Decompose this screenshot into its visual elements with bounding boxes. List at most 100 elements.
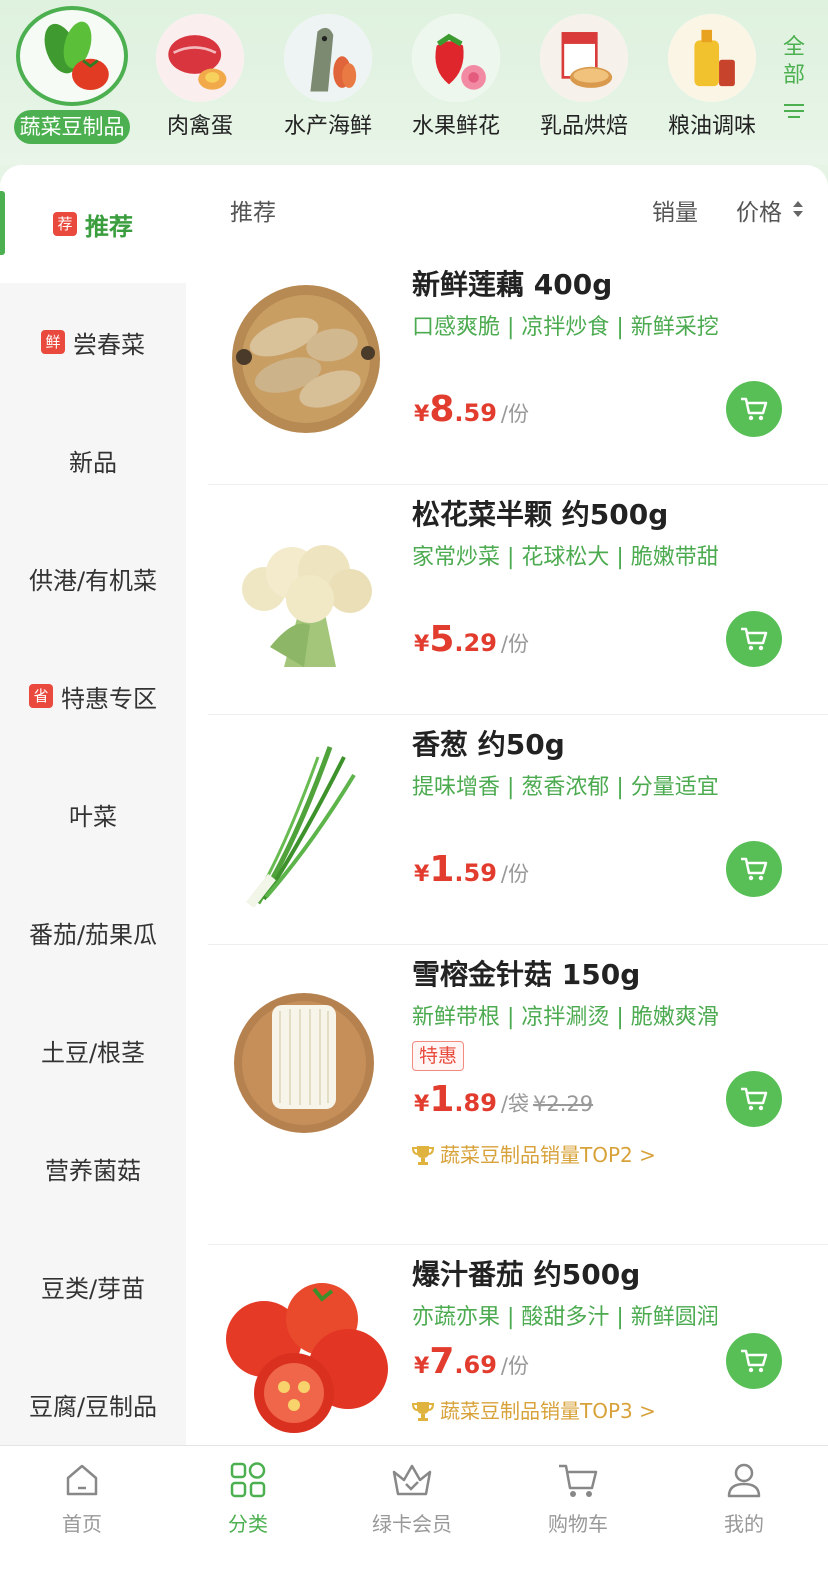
vegetables-icon [16,6,128,106]
save-tag: 省 [29,684,53,708]
price-unit: /份 [500,402,529,426]
product-price: ¥7.69/份 [414,1341,529,1382]
price-decimal: .59 [454,859,497,887]
sidebar-item-recommend[interactable]: 荐 推荐 [0,165,186,283]
sidebar-item-leafy[interactable]: 叶菜 [0,755,186,873]
price-integer: 5 [429,619,455,660]
price-integer: 8 [429,389,455,430]
tab-label: 购物车 [548,1512,608,1536]
sidebar-item-label: 供港/有机菜 [28,566,158,595]
product-desc: 提味增香 | 葱香浓郁 | 分量适宜 [412,775,719,800]
category-label: 肉禽蛋 [166,114,233,139]
product-desc: 家常炒菜 | 花球松大 | 脆嫩带甜 [412,545,719,570]
lotus-root-icon [214,267,394,447]
product-card[interactable]: 松花菜半颗 约500g 家常炒菜 | 花球松大 | 脆嫩带甜 ¥5.29/份 [208,485,828,715]
sidebar-item-spring-veg[interactable]: 鲜 尝春菜 [0,283,186,401]
cart-icon [741,627,768,651]
price-decimal: .59 [454,399,497,427]
all-categories-button[interactable]: 全 部 [776,34,812,118]
trophy-icon [411,1146,435,1165]
sidebar-item-mushroom[interactable]: 营养菌菇 [0,1109,186,1227]
category-fruit[interactable]: 水果鲜花 [392,0,520,165]
price-integer: 1 [429,849,455,890]
sort-bar: 推荐 销量 价格 [186,165,828,255]
category-seafood[interactable]: 水产海鲜 [264,0,392,165]
sidebar-item-new[interactable]: 新品 [0,401,186,519]
tomato-icon [214,1269,394,1445]
category-grain-oil[interactable]: 粮油调味 [648,0,776,165]
product-card[interactable]: 新鲜莲藕 400g 口感爽脆 | 凉拌炒食 | 新鲜采挖 ¥8.59/份 [208,255,828,485]
sales-rank-text: 蔬菜豆制品销量TOP2 > [440,1143,656,1167]
fish-icon [284,14,372,102]
sidebar-item-label: 豆腐/豆制品 [28,1392,158,1421]
price-integer: 7 [429,1341,455,1382]
tab-membership[interactable]: 绿卡会员 [342,1460,482,1537]
sidebar-item-label: 叶菜 [69,802,117,831]
product-desc: 亦蔬亦果 | 酸甜多汁 | 新鲜圆润 [412,1305,719,1330]
sidebar-item-organic[interactable]: 供港/有机菜 [0,519,186,637]
tab-label: 我的 [724,1512,764,1536]
currency-symbol: ¥ [414,862,430,887]
tab-home[interactable]: 首页 [12,1460,152,1537]
cauliflower-icon [214,497,394,677]
sidebar-item-label: 营养菌菇 [45,1156,141,1185]
price-decimal: .89 [454,1089,497,1117]
price-unit: /袋 [500,1092,529,1116]
oil-icon [668,14,756,102]
category-label: 乳品烘焙 [539,114,628,139]
cart-icon [741,857,768,881]
sort-arrows-icon[interactable] [792,199,804,219]
recommend-tag: 荐 [53,212,77,236]
tab-label: 分类 [228,1512,268,1536]
sort-sales[interactable]: 销量 [652,193,698,227]
sort-price[interactable]: 价格 [736,193,782,227]
category-label: 蔬菜豆制品 [14,110,130,144]
scallion-icon [214,727,394,907]
sales-rank-link[interactable]: 蔬菜豆制品销量TOP3 > [411,1395,656,1424]
category-dairy[interactable]: 乳品烘焙 [520,0,648,165]
price-integer: 1 [429,1079,455,1120]
cart-icon [741,397,768,421]
price-unit: /份 [500,862,529,886]
add-to-cart-button[interactable] [726,611,782,667]
category-label: 粮油调味 [667,114,756,139]
product-card[interactable]: 爆汁番茄 约500g 亦蔬亦果 | 酸甜多汁 | 新鲜圆润 ¥7.69/份 蔬菜… [208,1245,828,1445]
add-to-cart-button[interactable] [726,841,782,897]
sidebar-item-beans[interactable]: 豆类/芽苗 [0,1227,186,1345]
sales-rank-link[interactable]: 蔬菜豆制品销量TOP2 > [411,1139,656,1168]
sidebar-item-label: 特惠专区 [61,684,157,713]
product-card[interactable]: 香葱 约50g 提味增香 | 葱香浓郁 | 分量适宜 ¥1.59/份 [208,715,828,945]
product-price: ¥1.89/袋 ¥2.29 [414,1079,593,1120]
fresh-tag: 鲜 [41,330,65,354]
all-label-bottom: 部 [782,63,805,88]
cart-icon [741,1087,768,1111]
sidebar-item-potato[interactable]: 土豆/根茎 [0,991,186,1109]
product-price: ¥5.29/份 [414,619,529,660]
product-card[interactable]: 雪榕金针菇 150g 新鲜带根 | 凉拌涮烫 | 脆嫩爽滑 特惠 ¥1.89/袋… [208,945,828,1245]
sidebar-item-discount[interactable]: 省 特惠专区 [0,637,186,755]
profile-icon [727,1463,761,1498]
menu-lines-icon [776,104,812,118]
add-to-cart-button[interactable] [726,1071,782,1127]
tab-cart[interactable]: 购物车 [508,1460,648,1537]
sidebar-item-tomato[interactable]: 番茄/茄果瓜 [0,873,186,991]
main-panel: 荐 推荐 鲜 尝春菜 新品 供港/有机菜 省 特惠专区 叶菜 番茄/茄果瓜 土豆… [0,165,828,1445]
currency-symbol: ¥ [414,632,430,657]
sidebar-item-label: 豆类/芽苗 [40,1274,146,1303]
add-to-cart-button[interactable] [726,381,782,437]
home-icon [66,1464,98,1496]
category-meat[interactable]: 肉禽蛋 [136,0,264,165]
product-price: ¥8.59/份 [414,389,529,430]
tab-label: 首页 [62,1512,102,1536]
tab-category[interactable]: 分类 [178,1460,318,1537]
tab-profile[interactable]: 我的 [674,1460,814,1537]
category-strip: 蔬菜豆制品 肉禽蛋 水产海鲜 水果鲜花 乳品烘焙 粮油调味 全 部 [0,0,828,165]
membership-crown-icon [392,1464,432,1496]
add-to-cart-button[interactable] [726,1333,782,1389]
sidebar-item-tofu[interactable]: 豆腐/豆制品 [0,1345,186,1445]
cart-icon [741,1349,768,1373]
sort-recommend[interactable]: 推荐 [230,193,276,227]
currency-symbol: ¥ [414,1354,430,1379]
category-vegetables[interactable]: 蔬菜豆制品 [8,0,136,165]
product-name: 香葱 约50g [412,728,565,761]
